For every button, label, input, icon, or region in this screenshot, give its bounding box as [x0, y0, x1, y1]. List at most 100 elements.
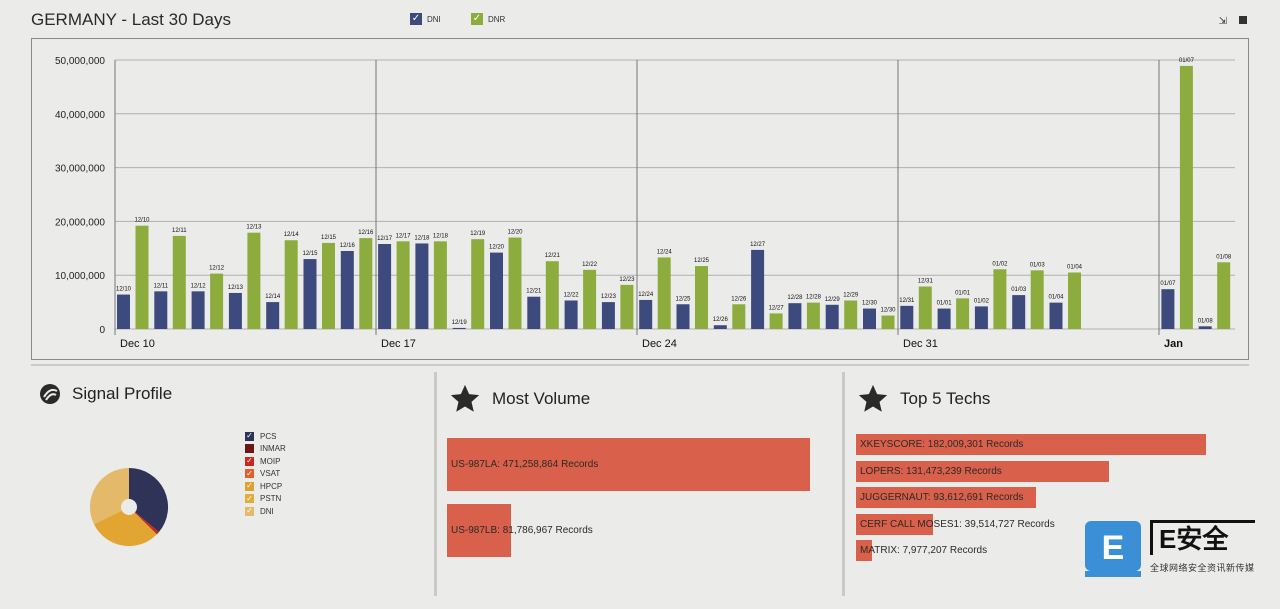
data-label: 12/10: [116, 287, 132, 293]
watermark-subtitle: 全球网络安全资讯新传媒: [1150, 563, 1255, 573]
data-label: 01/08: [1216, 254, 1232, 260]
tech-bar[interactable]: LOPERS: 131,473,239 Records: [856, 461, 1109, 482]
bar-dnr: [657, 257, 671, 329]
bar-dni: [1161, 289, 1175, 329]
checkbox-icon[interactable]: [245, 444, 254, 454]
data-label: 01/07: [1179, 58, 1195, 64]
bar-dnr: [732, 304, 746, 329]
data-label: 12/14: [265, 294, 281, 300]
data-label: 12/12: [191, 283, 207, 289]
bar-dni: [937, 308, 951, 329]
page-title: GERMANY - Last 30 Days: [31, 10, 231, 29]
data-label: 01/04: [1048, 295, 1064, 301]
bar-dni: [974, 306, 988, 329]
signal-pie-chart: [90, 467, 169, 547]
legend-item[interactable]: ✓ VSAT: [245, 468, 286, 481]
bar-dni: [303, 259, 317, 329]
volume-bar[interactable]: US-987LB: 81,786,967 Records: [447, 504, 593, 557]
bar-dnr: [284, 240, 298, 329]
data-label: 01/07: [1160, 281, 1176, 287]
y-tick-label: 30,000,000: [55, 164, 105, 175]
bar-dni: [601, 302, 615, 329]
panel-title: Top 5 Techs: [900, 389, 991, 408]
panel-divider: [842, 372, 845, 596]
data-label: 12/30: [862, 301, 878, 307]
bar-dni: [1049, 302, 1063, 329]
bar-dnr: [993, 269, 1007, 329]
checkbox-icon[interactable]: ✓: [245, 431, 254, 441]
star-icon: [858, 384, 888, 412]
satellite-icon: [40, 384, 60, 404]
bar-dnr: [247, 232, 261, 329]
bar-dnr: [210, 273, 224, 329]
data-label: 12/17: [396, 233, 412, 239]
data-label: 12/15: [302, 251, 318, 257]
checkbox-icon[interactable]: ✓: [245, 481, 254, 491]
tech-bar[interactable]: JUGGERNAUT: 93,612,691 Records: [856, 487, 1036, 508]
legend-item[interactable]: ✓ MOIP: [245, 455, 286, 468]
data-label: 01/03: [1030, 262, 1046, 268]
volume-bar[interactable]: US-987LA: 471,258,864 Records: [447, 438, 810, 491]
x-tick-label: Dec 31: [903, 338, 938, 350]
legend-item-dni[interactable]: ✓ DNI: [410, 13, 441, 25]
data-label: 12/26: [713, 317, 729, 323]
checkbox-icon[interactable]: ✓: [245, 469, 254, 479]
bar-dnr: [172, 235, 186, 329]
data-label: 12/12: [209, 266, 225, 272]
legend-item[interactable]: INMAR: [245, 443, 286, 456]
legend-item-dnr[interactable]: ✓ DNR: [471, 13, 505, 25]
data-label: 12/11: [154, 283, 169, 289]
star-icon: [450, 384, 480, 412]
data-label: 12/19: [470, 231, 486, 237]
legend-item[interactable]: ✓ DNI: [245, 505, 286, 518]
move-icon[interactable]: ⇲: [1219, 16, 1227, 27]
legend-item[interactable]: ✓ HPCP: [245, 480, 286, 493]
top-techs-header: Top 5 Techs: [856, 382, 990, 416]
tech-bar[interactable]: XKEYSCORE: 182,009,301 Records: [856, 434, 1206, 455]
data-label: 12/20: [489, 245, 505, 251]
stop-icon[interactable]: [1239, 16, 1247, 24]
data-label: 12/26: [731, 296, 747, 302]
data-label: 12/27: [750, 242, 766, 248]
legend-item[interactable]: ✓ PSTN: [245, 493, 286, 506]
tech-bar[interactable]: MATRIX: 7,977,207 Records: [856, 540, 987, 561]
bar-dni: [1198, 326, 1212, 329]
data-label: 12/18: [433, 233, 449, 239]
data-label: 12/24: [657, 249, 673, 255]
bar-dni: [564, 300, 578, 329]
data-label: 12/21: [526, 289, 542, 295]
data-label: 12/19: [452, 320, 468, 326]
y-tick-label: 40,000,000: [55, 110, 105, 121]
bar-dni: [228, 292, 242, 329]
data-label: 12/16: [340, 243, 356, 249]
bar-dnr: [806, 302, 820, 329]
data-label: 01/08: [1198, 318, 1214, 324]
bar-dni: [639, 299, 653, 329]
x-tick-label: Dec 24: [642, 338, 677, 350]
checkbox-icon[interactable]: ✓: [245, 456, 254, 466]
bar-dni: [527, 296, 541, 329]
data-label: 12/16: [358, 230, 374, 236]
bar-chart: 0 10,000,000 20,000,000 30,000,000 40,000,00…: [31, 38, 1249, 360]
checkbox-icon[interactable]: ✓: [410, 13, 422, 25]
data-label: 12/25: [675, 296, 691, 302]
bar-dnr: [396, 241, 410, 329]
checkbox-icon[interactable]: ✓: [245, 494, 254, 504]
data-label: 12/24: [638, 292, 654, 298]
watermark-text: E安全 全球网络安全资讯新传媒: [1150, 520, 1255, 574]
x-tick-label: Jan: [1164, 338, 1183, 350]
bar-dnr: [433, 241, 447, 329]
bar-dni: [1012, 295, 1026, 329]
checkbox-icon[interactable]: ✓: [245, 506, 254, 516]
bar-dni: [490, 252, 503, 329]
bar-dni: [788, 303, 802, 329]
data-label: 12/28: [806, 295, 822, 301]
section-divider: [31, 364, 1249, 366]
bar-dni: [676, 304, 690, 329]
data-label: 12/22: [582, 262, 598, 268]
pie-hole: [121, 499, 137, 515]
most-volume-header: Most Volume: [448, 382, 590, 416]
checkbox-icon[interactable]: ✓: [471, 13, 483, 25]
legend-item[interactable]: ✓ PCS: [245, 430, 286, 443]
tech-bar[interactable]: CERF CALL MOSES1: 39,514,727 Records: [856, 514, 1055, 535]
